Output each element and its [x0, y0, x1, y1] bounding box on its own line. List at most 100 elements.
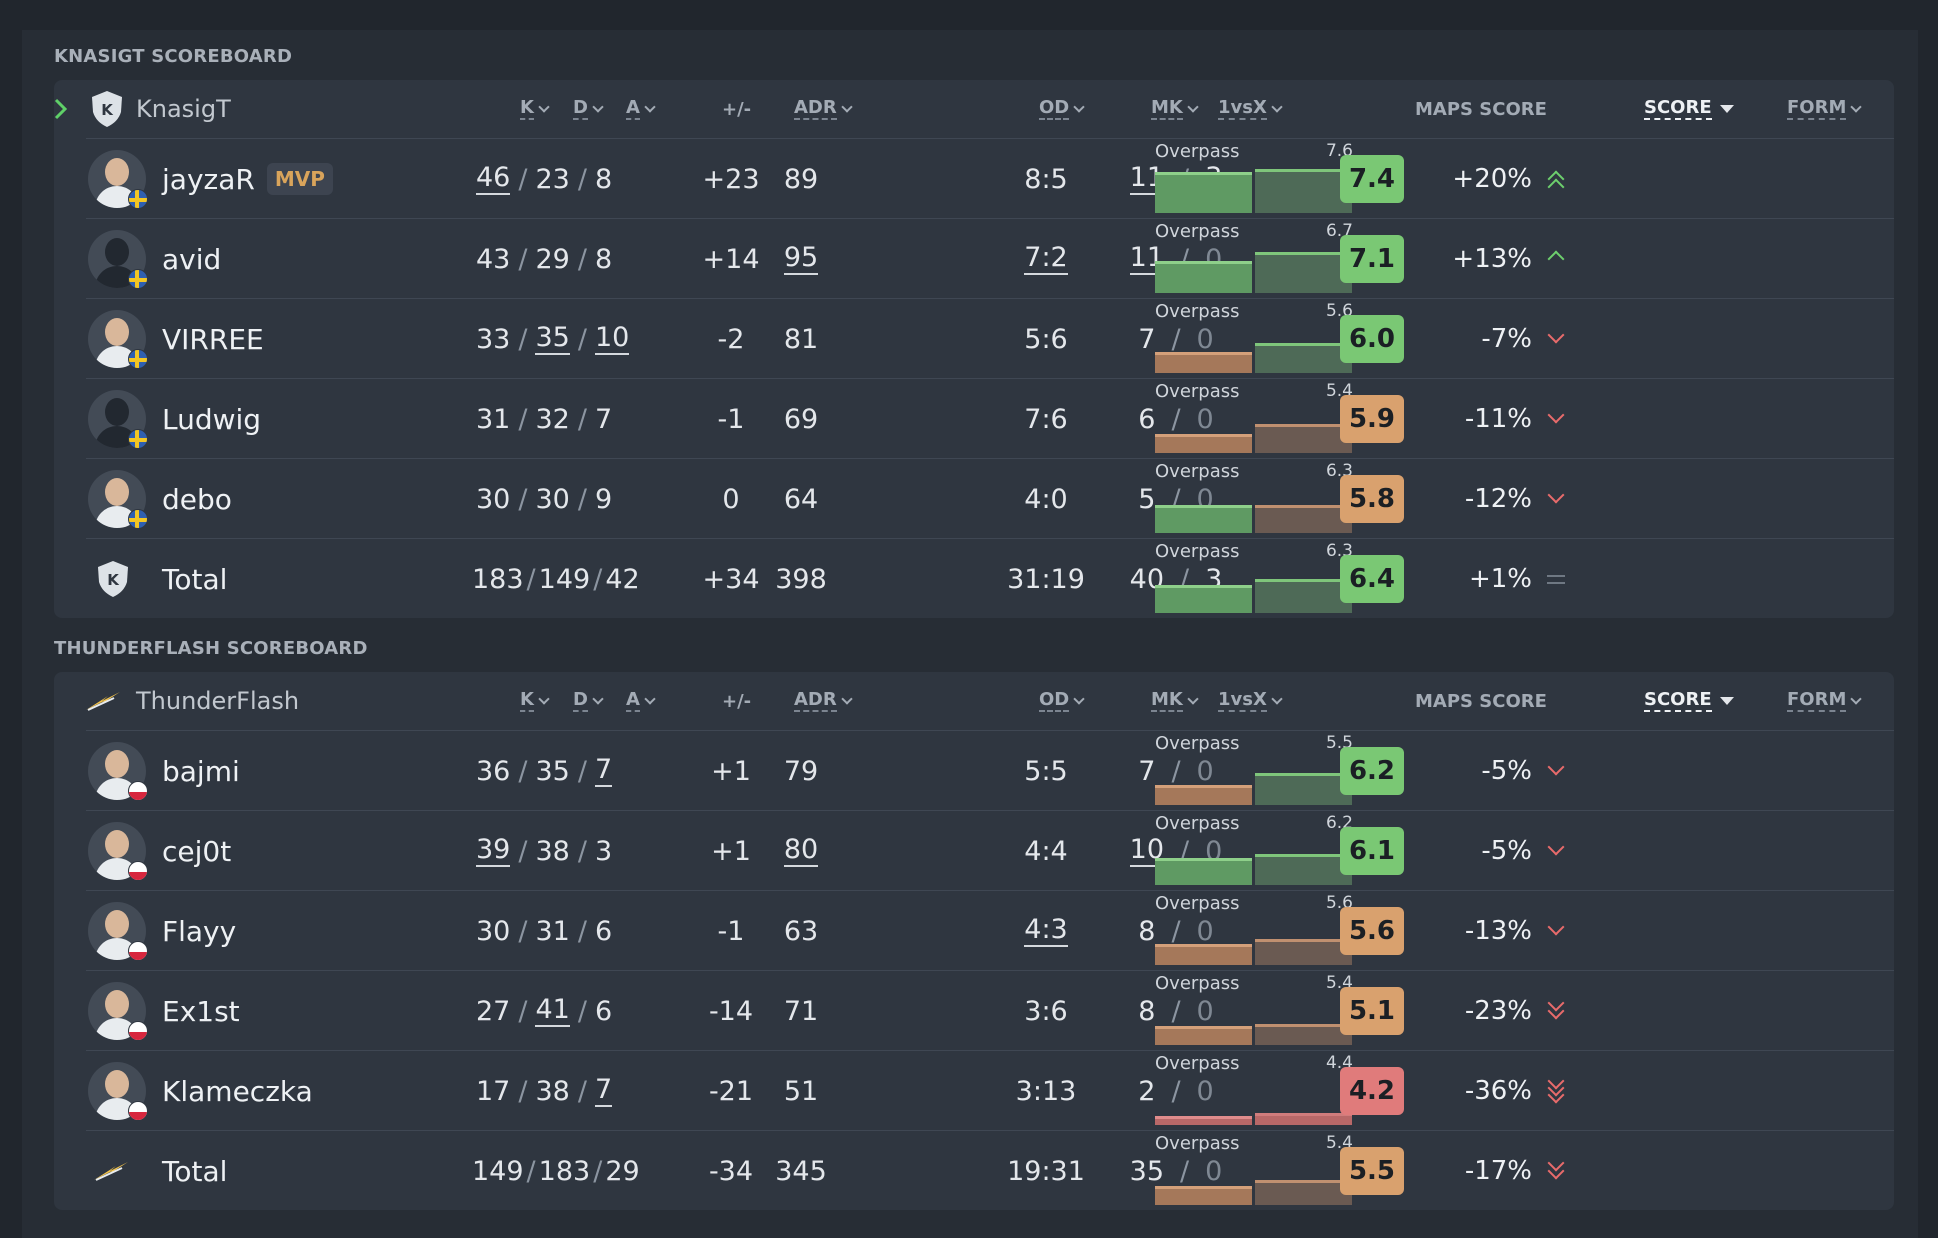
player-row[interactable]: bajmi 36/35/7 +1 79 5:5 7/0 Overpass 5.5 6.2 -5%: [86, 730, 1894, 810]
adr-text: 80: [783, 834, 819, 867]
kills-value: 27: [476, 995, 511, 1027]
player-row[interactable]: Klameczka 17/38/7 -21 51 3:13 2/0 Overpass 4.4 4…: [86, 1050, 1894, 1130]
player-row[interactable]: debo 30/30/9 0 64 4:0 5/0 Overpass 6.3 5.8 -12%: [86, 458, 1894, 538]
player-name-cell[interactable]: Flayy: [162, 891, 236, 971]
sort-k[interactable]: K: [520, 672, 550, 730]
map-score-chart[interactable]: Overpass 6.7: [1155, 221, 1355, 297]
assists-value: 7: [594, 754, 613, 787]
player-name[interactable]: debo: [162, 483, 232, 516]
player-name[interactable]: Flayy: [162, 915, 236, 948]
player-name-cell[interactable]: debo: [162, 459, 232, 539]
map-score-chart[interactable]: Overpass 7.6: [1155, 141, 1355, 217]
sort-form[interactable]: FORM: [1787, 672, 1863, 730]
player-name[interactable]: cej0t: [162, 835, 231, 868]
sort-k[interactable]: K: [520, 80, 550, 138]
player-name[interactable]: avid: [162, 243, 221, 276]
player-name-cell[interactable]: VIRREE: [162, 299, 264, 379]
kda-cell: 149/183/29: [472, 1131, 640, 1211]
kills-value: 39: [476, 834, 511, 867]
map-score-chart[interactable]: Overpass 5.4: [1155, 1133, 1355, 1209]
sweden-flag-icon: [128, 349, 148, 369]
sort-form[interactable]: FORM: [1787, 80, 1863, 138]
map-score-chart[interactable]: Overpass 6.3: [1155, 461, 1355, 537]
map-score-chart[interactable]: Overpass 5.4: [1155, 381, 1355, 457]
player-row[interactable]: Ex1st 27/41/6 -14 71 3:6 8/0 Overpass 5.4 5.1 -23…: [86, 970, 1894, 1050]
opening-duels-value: 5:6: [1006, 299, 1086, 379]
total-row[interactable]: Total 149/183/29 -34 345 19:31 35/0 Overpass 5.…: [86, 1130, 1894, 1210]
map-score-chart[interactable]: Overpass 6.3: [1155, 541, 1355, 617]
separator: /: [518, 755, 528, 787]
map-name: Overpass: [1155, 1133, 1240, 1154]
map-score-chart[interactable]: Overpass 5.6: [1155, 301, 1355, 377]
kda-cell: 183/149/42: [472, 539, 640, 619]
player-row[interactable]: VIRREE 33/35/10 -2 81 5:6 7/0 Overpass 5.6 6.0 -7…: [86, 298, 1894, 378]
player-row[interactable]: jayzaRMVP46/23/8+23898:511/3Overpass7.67…: [86, 138, 1894, 218]
sort-d[interactable]: D: [573, 672, 604, 730]
map-score-chart[interactable]: Overpass 5.4: [1155, 973, 1355, 1049]
sort-a[interactable]: A: [626, 80, 656, 138]
adr-text: 64: [783, 483, 819, 515]
sort-score[interactable]: SCORE: [1644, 80, 1734, 138]
sort-mk[interactable]: MK: [1151, 672, 1199, 730]
player-name-cell[interactable]: Ludwig: [162, 379, 261, 459]
total-row[interactable]: K Total 183/149/42 +34 398 31:19 40/3 Overpass 6…: [86, 538, 1894, 618]
sort-mk[interactable]: MK: [1151, 80, 1199, 138]
player-row[interactable]: Ludwig 31/32/7 -1 69 7:6 6/0 Overpass 5.4 5.9 -11…: [86, 378, 1894, 458]
chevron-down-icon: [1546, 326, 1566, 351]
sort-od[interactable]: OD: [1039, 672, 1085, 730]
player-name-cell[interactable]: Klameczka: [162, 1051, 313, 1131]
player-name[interactable]: jayzaR: [162, 163, 255, 196]
sort-d[interactable]: D: [573, 80, 604, 138]
opening-duels-value: 8:5: [1006, 139, 1086, 219]
form-cell: -5%: [1426, 731, 1566, 811]
opening-duels-value: 4:4: [1006, 811, 1086, 891]
plus-minus-value: -34: [708, 1155, 754, 1187]
player-name-cell[interactable]: bajmi: [162, 731, 240, 811]
separator: /: [518, 163, 528, 195]
player-name[interactable]: VIRREE: [162, 323, 264, 356]
map-score-chart[interactable]: Overpass 4.4: [1155, 1053, 1355, 1129]
form-cell: -7%: [1426, 299, 1566, 379]
sort-score[interactable]: SCORE: [1644, 672, 1734, 730]
map-score-chart[interactable]: Overpass 5.5: [1155, 733, 1355, 809]
separator: /: [577, 915, 587, 947]
multikill-value: 2: [1138, 1075, 1156, 1107]
expand-chevron-icon[interactable]: [54, 80, 68, 138]
player-row[interactable]: Flayy 30/31/6 -1 63 4:3 8/0 Overpass 5.6 5.6 -13%: [86, 890, 1894, 970]
player-name-cell[interactable]: avid: [162, 219, 221, 299]
map-score-chart[interactable]: Overpass 6.2: [1155, 813, 1355, 889]
sort-od[interactable]: OD: [1039, 80, 1085, 138]
player-name[interactable]: Ex1st: [162, 995, 240, 1028]
od-text: 5:5: [1024, 755, 1068, 787]
map-name: Overpass: [1155, 541, 1240, 562]
score-badge: 6.2: [1340, 747, 1404, 795]
kills-value: 33: [476, 323, 511, 355]
adr-value: 63: [776, 891, 826, 971]
player-name[interactable]: bajmi: [162, 755, 240, 788]
chevron-down-icon: [1546, 838, 1566, 863]
player-row[interactable]: cej0t 39/38/3 +1 80 4:4 10/0 Overpass 6.2 6.1 -5%: [86, 810, 1894, 890]
deaths-value: 38: [535, 1075, 570, 1107]
sort-a[interactable]: A: [626, 672, 656, 730]
score-badge: 5.9: [1340, 395, 1404, 443]
map-score-chart[interactable]: Overpass 5.6: [1155, 893, 1355, 969]
sort-adr[interactable]: ADR: [794, 80, 853, 138]
player-name-cell[interactable]: Ex1st: [162, 971, 240, 1051]
player-name[interactable]: Klameczka: [162, 1075, 313, 1108]
player-name-cell[interactable]: jayzaR MVP: [162, 139, 333, 219]
map-name: Overpass: [1155, 301, 1240, 322]
map-bar-team: [1255, 939, 1352, 965]
sort-adr[interactable]: ADR: [794, 672, 853, 730]
player-name-cell[interactable]: cej0t: [162, 811, 231, 891]
deaths-value: 183: [538, 1155, 591, 1187]
score-badge: 6.4: [1340, 555, 1404, 603]
multikill-value: 7: [1138, 323, 1156, 355]
player-row[interactable]: avid 43/29/8 +14 95 7:2 11/0 Overpass 6.7 7.1 +13…: [86, 218, 1894, 298]
sort-1vsx[interactable]: 1vsX: [1218, 672, 1283, 730]
deaths-value: 41: [535, 994, 570, 1027]
sort-1vsx[interactable]: 1vsX: [1218, 80, 1283, 138]
kda-cell: 36/35/7: [476, 731, 613, 811]
score-badge: 5.5: [1340, 1147, 1404, 1195]
map-name: Overpass: [1155, 141, 1240, 162]
player-name[interactable]: Ludwig: [162, 403, 261, 436]
